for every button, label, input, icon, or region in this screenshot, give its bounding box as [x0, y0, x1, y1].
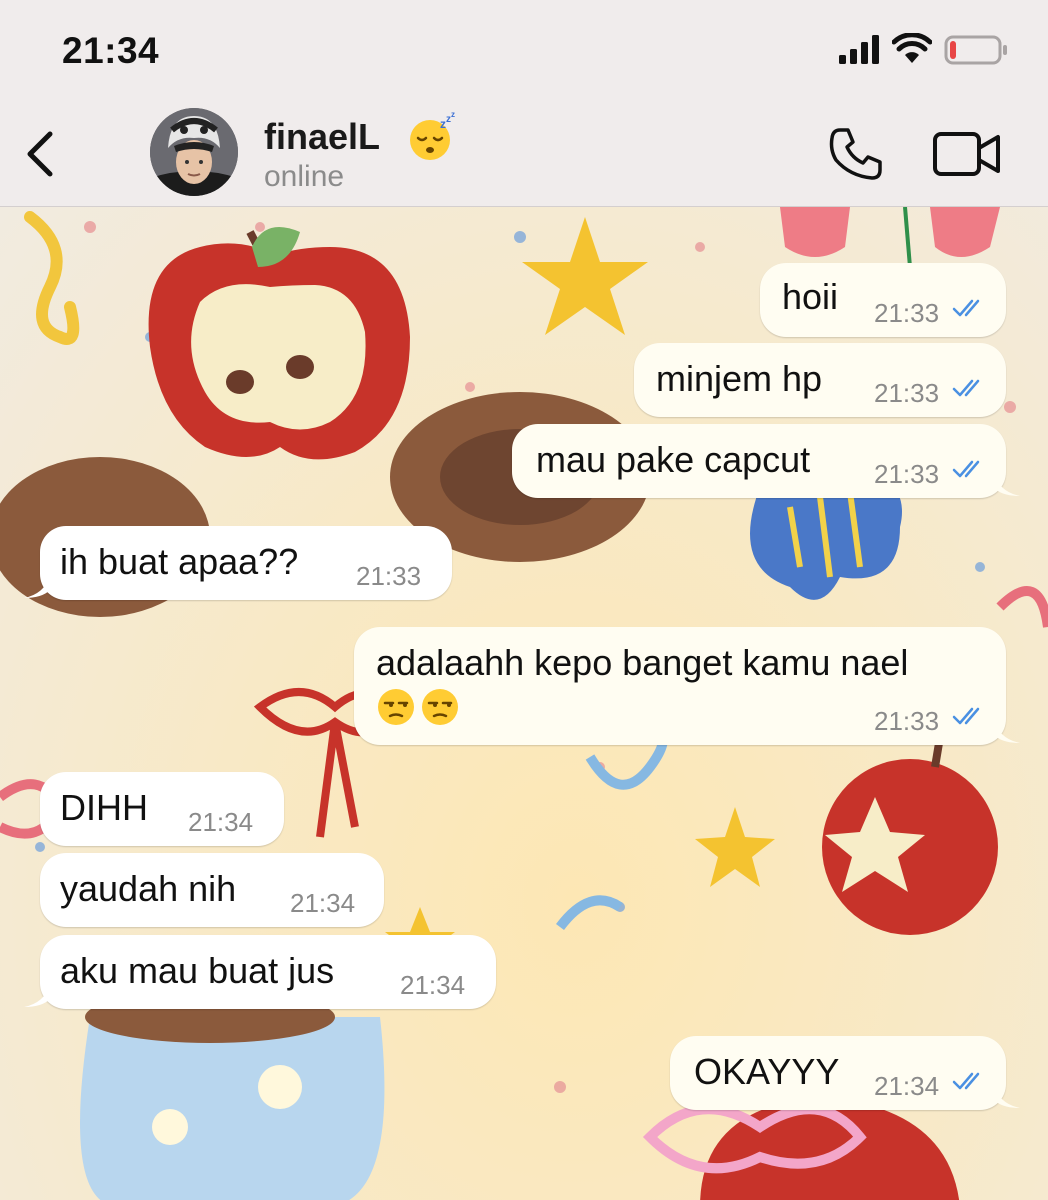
unamused-face-emoji-icon — [376, 687, 466, 727]
message-bubble-incoming[interactable]: aku mau buat jus 21:34 — [40, 935, 496, 1009]
bubble-tail — [24, 985, 50, 1007]
back-button[interactable] — [16, 126, 66, 182]
message-time: 21:33 — [874, 706, 940, 736]
message-text: OKAYYY — [694, 1051, 840, 1092]
message-bubble-incoming[interactable]: DIHH 21:34 — [40, 772, 284, 846]
message-time: 21:34 — [290, 888, 356, 918]
contact-name[interactable]: finaelL — [264, 116, 380, 158]
message-text: minjem hp — [656, 358, 823, 399]
read-ticks-icon — [952, 379, 980, 397]
message-bubble-outgoing[interactable]: OKAYYY 21:34 — [670, 1036, 1006, 1110]
message-text: yaudah nih — [60, 868, 237, 909]
message-bubble-outgoing[interactable]: mau pake capcut 21:33 — [512, 424, 1006, 498]
message-text: DIHH — [60, 787, 148, 828]
bubble-tail — [24, 576, 50, 598]
phone-icon — [829, 128, 882, 180]
message-bubble-incoming[interactable]: ih buat apaa?? 21:33 — [40, 526, 452, 600]
status-time: 21:34 — [62, 30, 160, 71]
message-time: 21:33 — [874, 378, 940, 408]
svg-text:z: z — [451, 112, 455, 119]
sleeping-face-emoji-icon: z z z — [410, 112, 455, 160]
read-ticks-icon — [952, 707, 980, 725]
message-time: 21:34 — [874, 1071, 940, 1101]
avatar-image — [150, 108, 238, 196]
message-bubble-outgoing[interactable]: adalaahh kepo banget kamu nael 21:33 — [354, 627, 1006, 745]
status-bar: 21:34 — [0, 0, 1048, 100]
bubble-tail — [994, 1086, 1020, 1108]
battery-icon — [944, 35, 1007, 65]
contact-status: online — [264, 160, 345, 193]
video-camera-icon — [933, 132, 1000, 176]
read-ticks-icon — [952, 460, 980, 478]
message-text: adalaahh kepo banget kamu nael — [376, 642, 909, 683]
read-ticks-icon — [952, 299, 980, 317]
video-call-button[interactable] — [932, 128, 1002, 180]
wifi-icon — [892, 33, 932, 63]
message-time: 21:33 — [356, 561, 422, 591]
read-ticks-icon — [952, 1072, 980, 1090]
message-time: 21:34 — [188, 807, 254, 837]
chat-header: finaelL z z z online — [0, 100, 1048, 207]
message-bubble-incoming[interactable]: yaudah nih 21:34 — [40, 853, 384, 927]
message-text: mau pake capcut — [536, 439, 811, 480]
chevron-left-icon — [27, 131, 53, 177]
message-time: 21:33 — [874, 298, 940, 328]
message-text: hoii — [782, 276, 839, 317]
voice-call-button[interactable] — [826, 124, 886, 184]
contact-avatar[interactable] — [150, 108, 238, 196]
message-time: 21:34 — [400, 970, 466, 1000]
message-bubble-outgoing[interactable]: hoii 21:33 — [760, 263, 1006, 337]
status-icons — [838, 33, 1008, 67]
message-text: aku mau buat jus — [60, 950, 335, 991]
bubble-tail — [994, 474, 1020, 496]
message-bubble-outgoing[interactable]: minjem hp 21:33 — [634, 343, 1006, 417]
signal-icon — [839, 35, 879, 64]
message-time: 21:33 — [874, 459, 940, 489]
bubble-tail — [994, 721, 1020, 743]
message-text: ih buat apaa?? — [60, 541, 299, 582]
